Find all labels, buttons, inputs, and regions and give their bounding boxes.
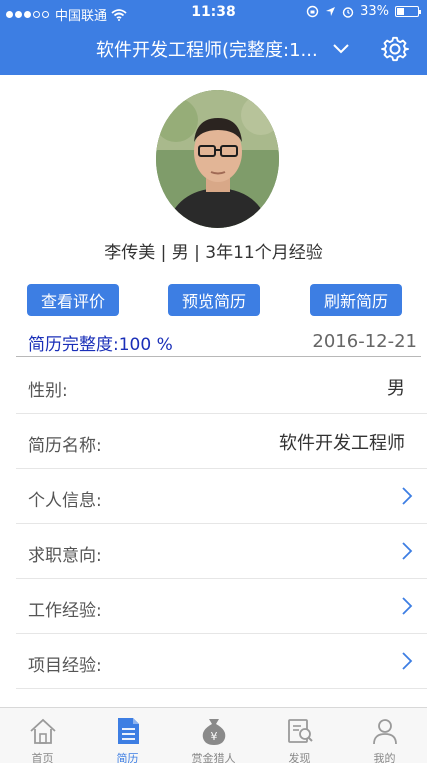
field-row-gender: 性别: 男 [16, 359, 427, 414]
resume-date: 2016-12-21 [312, 331, 417, 352]
tab-label: 简历 [116, 752, 139, 763]
tab-label: 我的 [373, 752, 396, 763]
profile-summary: 李传美 | 男 | 3年11个月经验 [104, 243, 323, 263]
nav-header: 中国联通 11:38 33% 软件开发工程师(完整度:1... [0, 0, 427, 75]
status-indicators: 33% [306, 4, 421, 19]
rotation-lock-icon [306, 5, 319, 18]
chevron-right-icon [402, 652, 413, 670]
divider [16, 356, 421, 357]
profile-icon [372, 719, 397, 745]
view-reviews-button[interactable]: 查看评价 [27, 284, 119, 316]
chevron-down-icon [332, 44, 349, 54]
status-bar: 中国联通 11:38 33% [0, 0, 427, 26]
tab-bar: 首页 简历 ¥ 赏金猎人 发现 我的 [0, 707, 427, 763]
tab-discover[interactable]: 发现 [257, 708, 342, 763]
discover-icon [287, 719, 313, 743]
tab-bounty-hunter[interactable]: ¥ 赏金猎人 [170, 708, 257, 763]
chevron-right-icon [402, 487, 413, 505]
home-icon [29, 718, 56, 744]
preview-resume-button[interactable]: 预览简历 [168, 284, 260, 316]
avatar[interactable] [156, 90, 279, 228]
field-label: 求职意向: [28, 546, 102, 566]
field-label: 性别: [28, 381, 68, 401]
money-bag-icon: ¥ [202, 719, 225, 745]
field-label: 简历名称: [28, 436, 102, 456]
field-value: 男 [387, 378, 405, 399]
field-label: 项目经验: [28, 656, 102, 676]
tab-home[interactable]: 首页 [0, 708, 85, 763]
field-row-work-experience[interactable]: 工作经验: [16, 579, 427, 634]
location-icon [326, 7, 336, 16]
tab-resume[interactable]: 简历 [85, 708, 170, 763]
tab-label: 首页 [31, 752, 54, 763]
gear-icon[interactable] [381, 35, 409, 63]
chevron-right-icon [402, 597, 413, 615]
tab-label: 发现 [288, 752, 311, 763]
svg-text:¥: ¥ [210, 730, 217, 743]
alarm-icon [342, 6, 354, 18]
tab-mine[interactable]: 我的 [342, 708, 427, 763]
avatar-photo [156, 90, 279, 228]
battery-icon [395, 6, 421, 17]
page-title: 软件开发工程师(完整度:1... [96, 40, 318, 61]
field-value: 软件开发工程师 [279, 433, 405, 454]
battery-percent: 33% [360, 4, 389, 19]
field-row-project-experience[interactable]: 项目经验: [16, 634, 427, 689]
refresh-resume-button[interactable]: 刷新简历 [310, 284, 402, 316]
field-row-job-intention[interactable]: 求职意向: [16, 524, 427, 579]
field-row-resume-name: 简历名称: 软件开发工程师 [16, 414, 427, 469]
chevron-right-icon [402, 542, 413, 560]
field-label: 个人信息: [28, 491, 102, 511]
field-label: 工作经验: [28, 601, 102, 621]
resume-completeness: 简历完整度:100 % [28, 335, 173, 355]
resume-switcher[interactable]: 软件开发工程师(完整度:1... [96, 36, 350, 62]
tab-label: 赏金猎人 [191, 752, 236, 763]
field-row-personal-info[interactable]: 个人信息: [16, 469, 427, 524]
resume-icon [117, 718, 139, 744]
